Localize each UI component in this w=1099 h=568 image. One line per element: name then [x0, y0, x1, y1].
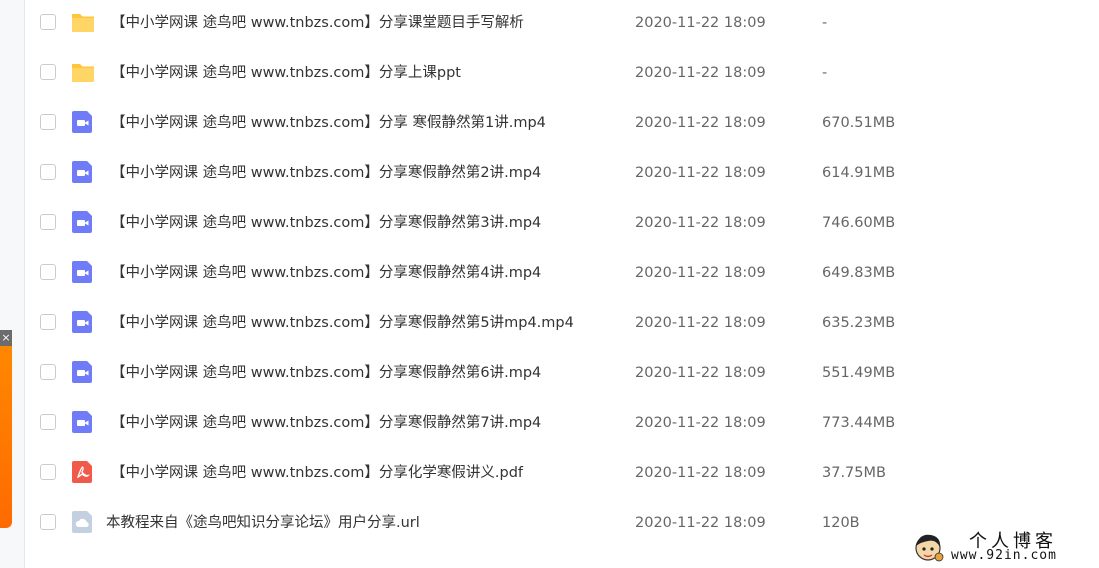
video-file-icon — [71, 360, 95, 384]
folder-icon — [71, 10, 95, 34]
row-checkbox[interactable] — [40, 14, 56, 30]
watermark: 个人博客 www.92in.com — [907, 526, 1099, 568]
file-size: 649.83MB — [822, 265, 896, 281]
row-checkbox[interactable] — [40, 414, 56, 430]
file-date: 2020-11-22 18:09 — [635, 215, 766, 231]
file-size: - — [822, 15, 828, 31]
file-date: 2020-11-22 18:09 — [635, 315, 766, 331]
file-size: 551.49MB — [822, 365, 896, 381]
ad-close-button[interactable]: × — [0, 330, 12, 346]
file-date: 2020-11-22 18:09 — [635, 415, 766, 431]
file-size: 120B — [822, 515, 860, 531]
folder-icon — [71, 60, 95, 84]
file-date: 2020-11-22 18:09 — [635, 165, 766, 181]
row-checkbox[interactable] — [40, 214, 56, 230]
file-name[interactable]: 本教程来自《途鸟吧知识分享论坛》用户分享.url — [106, 498, 420, 548]
cloud-file-icon — [71, 510, 95, 534]
file-date: 2020-11-22 18:09 — [635, 65, 766, 81]
row-checkbox[interactable] — [40, 364, 56, 380]
file-row[interactable]: 【中小学网课 途鸟吧 www.tnbzs.com】分享化学寒假讲义.pdf 202… — [24, 448, 1099, 498]
file-name[interactable]: 【中小学网课 途鸟吧 www.tnbzs.com】分享课堂题目手写解析 — [111, 0, 524, 48]
file-row[interactable]: 【中小学网课 途鸟吧 www.tnbzs.com】分享寒假静然第6讲.mp4 20… — [24, 348, 1099, 398]
video-file-icon — [71, 110, 95, 134]
row-checkbox[interactable] — [40, 314, 56, 330]
file-date: 2020-11-22 18:09 — [635, 265, 766, 281]
video-file-icon — [71, 310, 95, 334]
floating-ad-panel[interactable] — [0, 330, 12, 528]
file-name[interactable]: 【中小学网课 途鸟吧 www.tnbzs.com】分享寒假静然第7讲.mp4 — [111, 398, 541, 448]
video-file-icon — [71, 160, 95, 184]
row-checkbox[interactable] — [40, 514, 56, 530]
row-checkbox[interactable] — [40, 64, 56, 80]
file-name[interactable]: 【中小学网课 途鸟吧 www.tnbzs.com】分享 寒假静然第1讲.mp4 — [111, 98, 546, 148]
file-size: 37.75MB — [822, 465, 886, 481]
file-name[interactable]: 【中小学网课 途鸟吧 www.tnbzs.com】分享寒假静然第3讲.mp4 — [111, 198, 541, 248]
pdf-file-icon — [71, 460, 95, 484]
file-name[interactable]: 【中小学网课 途鸟吧 www.tnbzs.com】分享上课ppt — [111, 48, 461, 98]
file-size: 614.91MB — [822, 165, 896, 181]
file-row[interactable]: 【中小学网课 途鸟吧 www.tnbzs.com】分享上课ppt 2020-11-… — [24, 48, 1099, 98]
file-name[interactable]: 【中小学网课 途鸟吧 www.tnbzs.com】分享化学寒假讲义.pdf — [111, 448, 523, 498]
file-date: 2020-11-22 18:09 — [635, 15, 766, 31]
file-date: 2020-11-22 18:09 — [635, 115, 766, 131]
video-file-icon — [71, 260, 95, 284]
row-checkbox[interactable] — [40, 164, 56, 180]
file-date: 2020-11-22 18:09 — [635, 365, 766, 381]
row-checkbox[interactable] — [40, 464, 56, 480]
file-size: - — [822, 65, 828, 81]
file-date: 2020-11-22 18:09 — [635, 465, 766, 481]
file-row[interactable]: 【中小学网课 途鸟吧 www.tnbzs.com】分享课堂题目手写解析 2020-… — [24, 0, 1099, 48]
file-size: 773.44MB — [822, 415, 896, 431]
file-date: 2020-11-22 18:09 — [635, 515, 766, 531]
file-row[interactable]: 【中小学网课 途鸟吧 www.tnbzs.com】分享寒假静然第3讲.mp4 20… — [24, 198, 1099, 248]
file-name[interactable]: 【中小学网课 途鸟吧 www.tnbzs.com】分享寒假静然第4讲.mp4 — [111, 248, 541, 298]
file-name[interactable]: 【中小学网课 途鸟吧 www.tnbzs.com】分享寒假静然第6讲.mp4 — [111, 348, 541, 398]
file-size: 670.51MB — [822, 115, 896, 131]
file-row[interactable]: 【中小学网课 途鸟吧 www.tnbzs.com】分享寒假静然第7讲.mp4 20… — [24, 398, 1099, 448]
file-row[interactable]: 【中小学网课 途鸟吧 www.tnbzs.com】分享寒假静然第4讲.mp4 20… — [24, 248, 1099, 298]
row-checkbox[interactable] — [40, 114, 56, 130]
file-name[interactable]: 【中小学网课 途鸟吧 www.tnbzs.com】分享寒假静然第5讲mp4.mp… — [111, 298, 574, 348]
file-row[interactable]: 【中小学网课 途鸟吧 www.tnbzs.com】分享寒假静然第2讲.mp4 20… — [24, 148, 1099, 198]
file-size: 746.60MB — [822, 215, 896, 231]
video-file-icon — [71, 410, 95, 434]
file-size: 635.23MB — [822, 315, 896, 331]
file-row[interactable]: 【中小学网课 途鸟吧 www.tnbzs.com】分享 寒假静然第1讲.mp4 2… — [24, 98, 1099, 148]
row-checkbox[interactable] — [40, 264, 56, 280]
file-row[interactable]: 【中小学网课 途鸟吧 www.tnbzs.com】分享寒假静然第5讲mp4.mp… — [24, 298, 1099, 348]
video-file-icon — [71, 210, 95, 234]
avatar-icon — [915, 534, 944, 562]
watermark-url: www.92in.com — [951, 548, 1057, 563]
file-name[interactable]: 【中小学网课 途鸟吧 www.tnbzs.com】分享寒假静然第2讲.mp4 — [111, 148, 541, 198]
